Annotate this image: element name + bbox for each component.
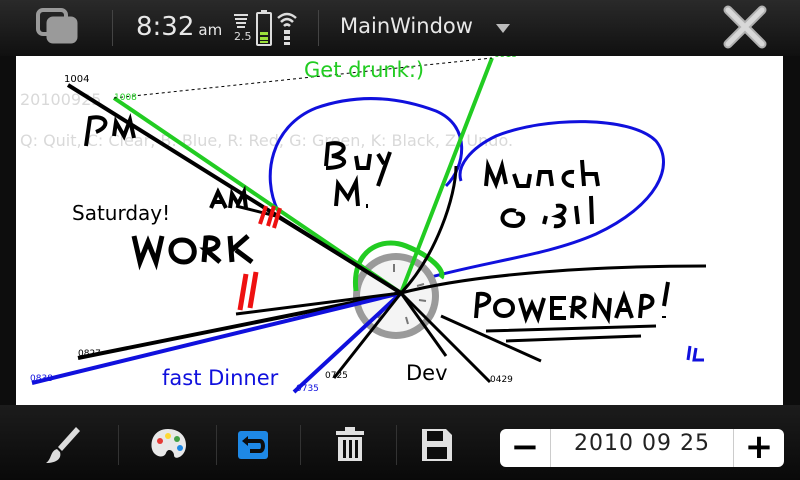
task-switcher-icon (36, 8, 78, 44)
separator (112, 10, 113, 46)
green-line-1004 (112, 57, 494, 297)
status-bar: 8:32 am 2.5 MainWindow (0, 0, 800, 56)
blue-loop-buy (268, 97, 464, 212)
date-stepper[interactable]: − 2010 09 25 + (500, 429, 784, 467)
label-dev: Dev (406, 361, 448, 385)
handwriting-work (131, 234, 254, 271)
separator (396, 425, 397, 465)
separator (300, 425, 301, 465)
separator (318, 10, 319, 46)
task-switcher-button[interactable] (34, 4, 82, 52)
trash-icon (336, 427, 364, 461)
palette-button[interactable] (142, 419, 194, 471)
battery-icon (256, 10, 272, 46)
timestamp-0725: 0725 (325, 371, 348, 381)
brush-button[interactable] (38, 419, 90, 471)
black-line-powernap (400, 264, 707, 295)
red-marks-work (237, 271, 259, 311)
sketch-layer (31, 57, 707, 394)
palette-icon (151, 429, 186, 458)
timestamp-1008: 1008 (114, 93, 137, 103)
trash-button[interactable] (324, 419, 376, 471)
brush-icon (46, 427, 80, 463)
network-label: 2.5 (234, 30, 252, 43)
timestamp-0827: 0827 (78, 349, 101, 359)
undo-icon (238, 431, 268, 459)
date-increment-button[interactable]: + (733, 429, 784, 467)
timestamp-0429: 0429 (490, 375, 513, 385)
timestamp-1004: 1004 (64, 74, 90, 85)
save-button[interactable] (410, 419, 462, 471)
handwriting-buy (324, 141, 392, 187)
handwriting-powernap (474, 281, 670, 325)
timestamp-0918: 0918 (494, 56, 517, 60)
date-decrement-button[interactable]: − (500, 429, 551, 467)
separator (216, 425, 217, 465)
separator (118, 425, 119, 465)
wifi-icon (277, 12, 297, 45)
chevron-down-icon[interactable] (496, 24, 510, 33)
timestamp-0838: 0838 (30, 374, 53, 384)
timestamp-0735: 0735 (296, 384, 319, 394)
label-get-drunk: Get drunk:) (304, 58, 425, 82)
label-fast-dinner: fast Dinner (162, 366, 279, 390)
close-icon (723, 5, 767, 49)
bottom-toolbar: − 2010 09 25 + (0, 405, 800, 480)
handwriting-am (209, 185, 248, 209)
undo-button[interactable] (228, 419, 280, 471)
window-title[interactable]: MainWindow (340, 14, 473, 38)
label-saturday: Saturday! (72, 201, 171, 225)
blue-loop-lunch (415, 120, 665, 283)
blue-mark (686, 345, 704, 362)
handwriting-lunch (484, 158, 600, 190)
clock: 8:32 am (136, 12, 222, 42)
close-button[interactable] (720, 4, 770, 52)
clock-time: 8:32 (136, 12, 195, 42)
drawing-canvas[interactable]: 20100925 Q: Quit, C: Clear, B: Blue, R: … (16, 56, 783, 405)
date-value[interactable]: 2010 09 25 (550, 431, 734, 456)
clock-ampm: am (198, 21, 223, 39)
save-icon (422, 429, 452, 461)
